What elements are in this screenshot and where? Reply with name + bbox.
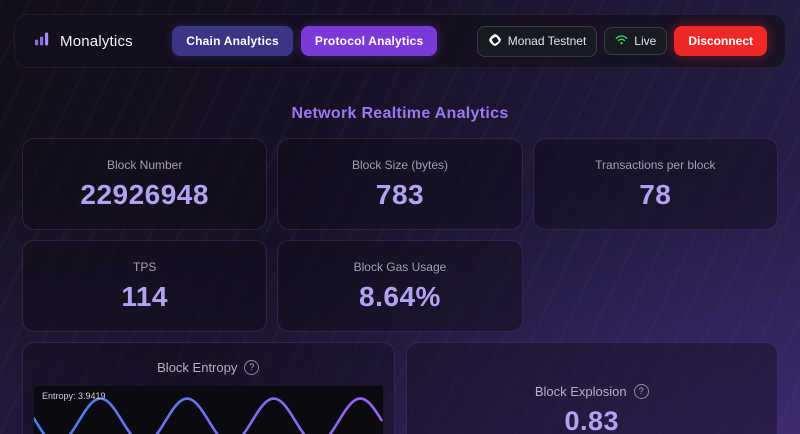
explosion-title: Block Explosion [535,384,627,399]
help-icon[interactable]: ? [634,384,649,399]
page-title: Network Realtime Analytics [22,105,778,123]
stat-value: 114 [121,281,168,313]
monad-logo-icon [488,33,502,50]
stat-value: 783 [376,179,424,211]
bottom-grid: Block Entropy ? Entropy: 3.9419 [22,342,778,434]
block-explosion-panel: Block Explosion ? 0.83 [406,342,779,434]
bar-chart-logo-icon [33,29,52,53]
navbar: Monalytics Chain Analytics Protocol Anal… [14,14,786,68]
entropy-title: Block Entropy [157,360,237,375]
network-name: Monad Testnet [508,34,587,48]
panel-title-row: Block Explosion ? [535,384,649,399]
tab-chain-analytics[interactable]: Chain Analytics [172,26,293,56]
stat-card-tps: TPS 114 [22,240,267,332]
stat-card-gas-usage: Block Gas Usage 8.64% [277,240,522,332]
network-selector[interactable]: Monad Testnet [477,26,598,57]
stat-label: TPS [133,260,156,274]
entropy-chart: Entropy: 3.9419 [34,386,383,434]
explosion-value: 0.83 [564,406,619,434]
main-content: Network Realtime Analytics Block Number … [0,68,800,434]
live-label: Live [634,34,656,48]
brand[interactable]: Monalytics [33,29,133,53]
nav-tabs: Chain Analytics Protocol Analytics [133,26,477,56]
signal-icon [615,34,628,48]
panel-title-row: Block Entropy ? [23,360,394,375]
stat-label: Transactions per block [595,158,715,172]
stat-label: Block Gas Usage [354,260,447,274]
empty-grid-cell [533,240,778,332]
live-status-badge: Live [604,27,667,55]
stat-label: Block Number [107,158,182,172]
stat-card-tx-per-block: Transactions per block 78 [533,138,778,230]
stat-label: Block Size (bytes) [352,158,448,172]
disconnect-button[interactable]: Disconnect [674,26,767,56]
block-entropy-panel: Block Entropy ? Entropy: 3.9419 [22,342,395,434]
stat-value: 22926948 [80,179,209,211]
help-icon[interactable]: ? [244,360,259,375]
stat-value: 78 [639,179,671,211]
tab-protocol-analytics[interactable]: Protocol Analytics [301,26,438,56]
nav-status-group: Monad Testnet Live Disconnect [477,26,767,57]
stat-value: 8.64% [359,281,441,313]
stat-card-block-size: Block Size (bytes) 783 [277,138,522,230]
stat-card-block-number: Block Number 22926948 [22,138,267,230]
entropy-annotation: Entropy: 3.9419 [42,391,106,401]
stats-grid: Block Number 22926948 Block Size (bytes)… [22,138,778,332]
brand-name: Monalytics [60,33,133,50]
